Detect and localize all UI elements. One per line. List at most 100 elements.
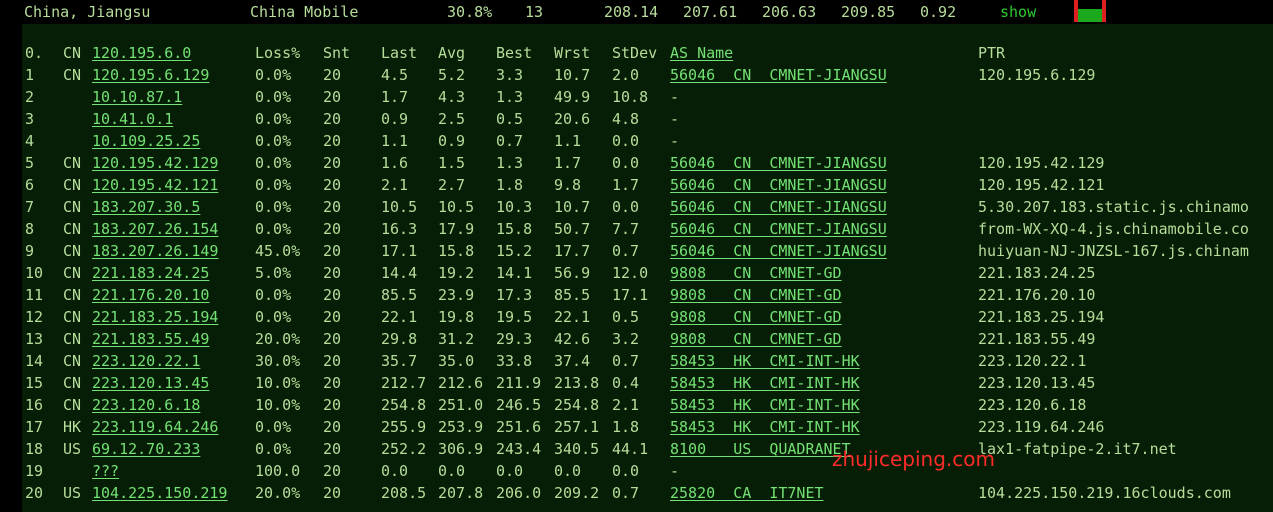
- cell-as-name[interactable]: 56046 CN CMNET-JIANGSU: [670, 64, 887, 86]
- cell-best: 33.8: [496, 352, 533, 370]
- cell-ip[interactable]: 104.225.150.219: [92, 482, 227, 504]
- cell-as-name: -: [670, 132, 680, 150]
- cell-wrst: 0.0: [554, 462, 582, 480]
- cell-as-name[interactable]: 8100 US QUADRANET: [670, 438, 851, 460]
- cell-stdev: 1.8: [612, 418, 640, 436]
- cell-loss: 0.0%: [255, 132, 292, 150]
- header-ip[interactable]: 120.195.6.0: [92, 42, 191, 64]
- cell-as-name[interactable]: 56046 CN CMNET-JIANGSU: [670, 196, 887, 218]
- cell-last: 2.1: [381, 176, 409, 194]
- cell-cc: CN: [63, 308, 82, 326]
- cell-ptr: 221.183.55.49: [978, 330, 1096, 348]
- cell-as-name[interactable]: 9808 CN CMNET-GD: [670, 306, 842, 328]
- cell-wrst: 22.1: [554, 308, 591, 326]
- cell-wrst: 42.6: [554, 330, 591, 348]
- cell-as-name[interactable]: 58453 HK CMI-INT-HK: [670, 372, 860, 394]
- cell-cc: HK: [63, 418, 82, 436]
- cell-as-name[interactable]: 56046 CN CMNET-JIANGSU: [670, 218, 887, 240]
- cell-last: 22.1: [381, 308, 418, 326]
- cell-as-name[interactable]: 58453 HK CMI-INT-HK: [670, 350, 860, 372]
- cell-as-name[interactable]: 56046 CN CMNET-JIANGSU: [670, 240, 887, 262]
- cell-ip[interactable]: 120.195.6.129: [92, 64, 209, 86]
- cell-as-name[interactable]: 56046 CN CMNET-JIANGSU: [670, 174, 887, 196]
- cell-stdev: 10.8: [612, 88, 649, 106]
- cell-best: 29.3: [496, 330, 533, 348]
- cell-hop: 7: [25, 198, 35, 216]
- cell-as-name[interactable]: 58453 HK CMI-INT-HK: [670, 416, 860, 438]
- cell-ip[interactable]: 221.176.20.10: [92, 284, 209, 306]
- cell-ip[interactable]: 183.207.26.149: [92, 240, 218, 262]
- cell-ip[interactable]: 223.120.13.45: [92, 372, 209, 394]
- cell-last: 0.9: [381, 110, 409, 128]
- cell-wrst: 9.8: [554, 176, 582, 194]
- cell-snt: 20: [323, 198, 342, 216]
- cell-ip[interactable]: 10.109.25.25: [92, 130, 200, 152]
- cell-ip[interactable]: 223.119.64.246: [92, 416, 218, 438]
- header-best: Best: [496, 44, 533, 62]
- cell-best: 3.3: [496, 66, 524, 84]
- cell-last: 208.5: [381, 484, 427, 502]
- cell-wrst: 49.9: [554, 88, 591, 106]
- cell-ip[interactable]: 183.207.30.5: [92, 196, 200, 218]
- cell-snt: 20: [323, 484, 342, 502]
- cell-wrst: 20.6: [554, 110, 591, 128]
- cell-avg: 4.3: [438, 88, 466, 106]
- summary-loss: 30.8%: [447, 3, 493, 21]
- cell-as-name[interactable]: 58453 HK CMI-INT-HK: [670, 394, 860, 416]
- cell-snt: 20: [323, 154, 342, 172]
- cell-as-name[interactable]: 25820 CA IT7NET: [670, 482, 824, 504]
- cell-ip[interactable]: 221.183.25.194: [92, 306, 218, 328]
- cell-cc: CN: [63, 396, 82, 414]
- cell-ptr: 221.183.25.194: [978, 308, 1105, 326]
- cell-cc: CN: [63, 66, 82, 84]
- cell-loss: 0.0%: [255, 88, 292, 106]
- cell-wrst: 257.1: [554, 418, 600, 436]
- cell-as-name[interactable]: 9808 CN CMNET-GD: [670, 328, 842, 350]
- cell-ptr: 223.119.64.246: [978, 418, 1105, 436]
- cell-avg: 207.8: [438, 484, 484, 502]
- cell-ip[interactable]: 223.120.22.1: [92, 350, 200, 372]
- cell-stdev: 0.5: [612, 308, 640, 326]
- watermark: zhujiceping.com: [832, 447, 995, 471]
- cell-wrst: 85.5: [554, 286, 591, 304]
- cell-last: 4.5: [381, 66, 409, 84]
- header-avg: Avg: [438, 44, 466, 62]
- location-label: China, Jiangsu: [24, 3, 151, 21]
- cell-ip[interactable]: 223.120.6.18: [92, 394, 200, 416]
- cell-avg: 212.6: [438, 374, 484, 392]
- cell-stdev: 0.0: [612, 154, 640, 172]
- header-as-name[interactable]: AS Name: [670, 42, 733, 64]
- cell-hop: 20: [25, 484, 44, 502]
- cell-ip[interactable]: 10.41.0.1: [92, 108, 173, 130]
- cell-best: 0.0: [496, 462, 524, 480]
- cell-ip[interactable]: 120.195.42.121: [92, 174, 218, 196]
- cell-loss: 0.0%: [255, 286, 292, 304]
- cell-ip[interactable]: 183.207.26.154: [92, 218, 218, 240]
- cell-hop: 3: [25, 110, 35, 128]
- cell-ip[interactable]: 221.183.24.25: [92, 262, 209, 284]
- cell-as-name[interactable]: 9808 CN CMNET-GD: [670, 262, 842, 284]
- cell-wrst: 17.7: [554, 242, 591, 260]
- cell-ip[interactable]: 221.183.55.49: [92, 328, 209, 350]
- cell-last: 254.8: [381, 396, 427, 414]
- cell-loss: 0.0%: [255, 110, 292, 128]
- cell-last: 0.0: [381, 462, 409, 480]
- cell-ip[interactable]: 69.12.70.233: [92, 438, 200, 460]
- cell-hop: 10: [25, 264, 44, 282]
- cell-ip[interactable]: 120.195.42.129: [92, 152, 218, 174]
- cell-snt: 20: [323, 264, 342, 282]
- cell-as-name[interactable]: 9808 CN CMNET-GD: [670, 284, 842, 306]
- cell-wrst: 209.2: [554, 484, 600, 502]
- cell-ip[interactable]: ???: [92, 460, 119, 482]
- cell-as-name[interactable]: 56046 CN CMNET-JIANGSU: [670, 152, 887, 174]
- cell-snt: 20: [323, 440, 342, 458]
- summary-last: 208.14: [604, 3, 659, 21]
- cell-hop: 15: [25, 374, 44, 392]
- cell-avg: 23.9: [438, 286, 475, 304]
- show-link[interactable]: show: [1000, 1, 1036, 23]
- cell-avg: 10.5: [438, 198, 475, 216]
- header-snt: Snt: [323, 44, 351, 62]
- cell-snt: 20: [323, 352, 342, 370]
- cell-ip[interactable]: 10.10.87.1: [92, 86, 182, 108]
- cell-best: 1.8: [496, 176, 524, 194]
